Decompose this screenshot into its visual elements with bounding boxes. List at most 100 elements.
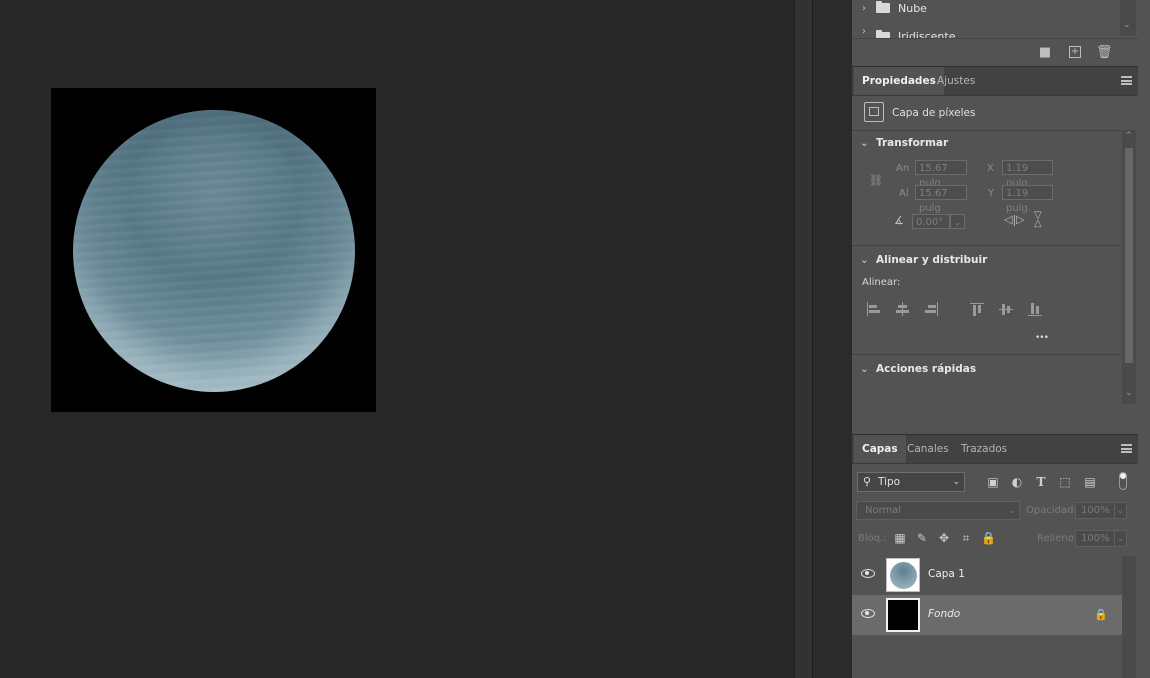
visibility-eye-icon[interactable] (861, 569, 875, 578)
layer-type-row: Capa de píxeles (852, 96, 1138, 131)
width-field[interactable]: 15.67 pulg (915, 160, 967, 189)
width-label: An (896, 163, 910, 174)
chevron-down-icon[interactable]: ⌄ (860, 363, 872, 375)
canvas-area[interactable] (0, 0, 794, 678)
document-canvas[interactable] (51, 88, 376, 412)
scrollbar[interactable]: ⌄ (1120, 0, 1136, 36)
toggle-knob (1120, 473, 1126, 479)
planet-image (73, 110, 355, 392)
align-title: Alinear y distribuir (876, 254, 988, 266)
tab-paths[interactable]: Trazados (953, 435, 1015, 463)
lock-all-icon[interactable]: 🔒 (981, 531, 996, 545)
layer-group-name: Nube (898, 1, 927, 15)
layer-thumbnail (886, 558, 920, 592)
trash-icon[interactable]: 🗑 (1096, 46, 1113, 60)
angle-icon: ∡ (894, 214, 904, 227)
angle-field[interactable]: 0.00° (912, 214, 950, 229)
filter-pixel-icon[interactable]: ▣ (986, 475, 1000, 489)
dock-gap (812, 0, 853, 678)
divider (852, 354, 1122, 355)
height-field[interactable]: 15.67 pulg (915, 185, 967, 214)
visibility-eye-icon[interactable] (861, 609, 875, 618)
opacity-field[interactable]: 100% (1075, 502, 1115, 519)
tab-layers[interactable]: Capas (854, 435, 906, 463)
blend-mode-value: Normal (865, 505, 902, 516)
align-label: Alinear: (862, 277, 901, 288)
filter-shape-icon[interactable]: ⬚ (1058, 475, 1072, 489)
align-left-icon[interactable] (866, 302, 882, 316)
scrollbar-thumb[interactable] (1125, 148, 1133, 363)
chevron-down-icon: ⌄ (1008, 506, 1015, 515)
lock-position-icon[interactable]: ✥ (937, 531, 951, 545)
flip-horizontal-icon[interactable]: ◁|▷ (1004, 213, 1025, 226)
more-options-button[interactable]: ••• (1035, 333, 1049, 343)
quick-actions-title: Acciones rápidas (876, 363, 977, 375)
lock-label: Bloq.: (858, 533, 887, 544)
folder-icon (876, 1, 890, 13)
y-label: Y (988, 188, 995, 199)
align-right-icon[interactable] (924, 302, 940, 316)
new-group-icon[interactable]: ■ (1038, 46, 1052, 60)
quick-actions-section-header[interactable]: ⌄ Acciones rápidas (852, 357, 1122, 381)
panel-menu-icon[interactable] (1121, 444, 1132, 453)
lock-image-icon[interactable]: ✎ (915, 531, 929, 545)
lock-transparency-icon[interactable]: ▦ (893, 531, 907, 545)
layers-footer-toolbar: ■ + 🗑 (852, 38, 1138, 67)
align-center-horizontal-icon[interactable] (895, 302, 911, 316)
angle-dropdown[interactable]: ⌄ (950, 214, 965, 229)
align-top-icon[interactable] (970, 302, 986, 316)
layer-row[interactable]: Capa 1 (852, 555, 1122, 595)
x-label: X (987, 163, 994, 174)
fill-label: Relleno: (1037, 533, 1078, 544)
filter-toggle[interactable] (1119, 472, 1127, 490)
chevron-down-icon[interactable]: ⌄ (860, 254, 872, 266)
align-center-vertical-icon[interactable] (999, 302, 1015, 316)
layer-group-row[interactable]: › Nube (852, 0, 1122, 18)
blend-mode-select[interactable]: Normal ⌄ (856, 501, 1020, 520)
chevron-right-icon[interactable]: › (858, 3, 870, 14)
transform-title: Transformar (876, 137, 949, 149)
layer-group-row[interactable]: › Iridiscente (852, 26, 1122, 38)
opacity-label: Opacidad: (1026, 505, 1077, 516)
align-bottom-icon[interactable] (1028, 302, 1044, 316)
chevron-right-icon[interactable]: › (858, 26, 870, 37)
opacity-dropdown[interactable]: ⌄ (1114, 502, 1127, 519)
layer-row-selected[interactable]: Fondo 🔒 (852, 595, 1122, 635)
layer-name[interactable]: Capa 1 (928, 568, 965, 580)
chevron-down-icon[interactable]: ⌄ (860, 137, 872, 149)
tab-adjustments[interactable]: Ajustes (929, 67, 983, 95)
properties-tabbar: Propiedades Ajustes (852, 66, 1138, 96)
height-label: Al (899, 188, 909, 199)
divider (852, 245, 1122, 246)
x-field[interactable]: 1.19 pulg. (1002, 160, 1053, 189)
filter-smart-object-icon[interactable]: ▤ (1083, 475, 1097, 489)
planet-thumbnail (890, 562, 917, 589)
panel-menu-icon[interactable] (1121, 76, 1132, 85)
search-icon: ⚲ (863, 475, 872, 488)
transform-section-header[interactable]: ⌄ Transformar (852, 131, 1122, 155)
link-icon[interactable]: ⛓ (869, 174, 883, 187)
layers-tabbar: Capas Canales Trazados (852, 434, 1138, 464)
y-field[interactable]: 1.19 pulg. (1002, 185, 1053, 214)
fill-field[interactable]: 100% (1075, 530, 1115, 547)
pixel-layer-icon (864, 102, 884, 122)
layer-thumbnail (886, 598, 920, 632)
layer-name[interactable]: Fondo (928, 608, 960, 620)
scroll-up-icon[interactable]: ⌃ (1125, 131, 1133, 141)
chevron-down-icon[interactable]: ⌄ (1123, 20, 1131, 30)
layers-scrollbar[interactable] (1122, 556, 1136, 678)
filter-adjustment-icon[interactable]: ◐ (1010, 475, 1024, 489)
fill-dropdown[interactable]: ⌄ (1114, 530, 1127, 547)
layer-group-name: Iridiscente (898, 30, 956, 38)
tab-channels[interactable]: Canales (899, 435, 957, 463)
lock-artboard-icon[interactable]: ⌗ (959, 531, 973, 545)
layer-filter-value: Tipo (878, 476, 901, 488)
lock-icon: 🔒 (1094, 608, 1108, 621)
layer-filter-select[interactable]: ⚲ Tipo ⌄ (857, 472, 965, 492)
new-layer-icon[interactable]: + (1069, 46, 1081, 58)
align-section-header[interactable]: ⌄ Alinear y distribuir (852, 248, 1122, 272)
scroll-down-icon[interactable]: ⌄ (1125, 388, 1133, 398)
chevron-down-icon: ⌄ (952, 477, 960, 487)
flip-vertical-icon[interactable]: ▽ △ (1034, 211, 1042, 229)
filter-type-icon[interactable]: T (1034, 475, 1048, 489)
